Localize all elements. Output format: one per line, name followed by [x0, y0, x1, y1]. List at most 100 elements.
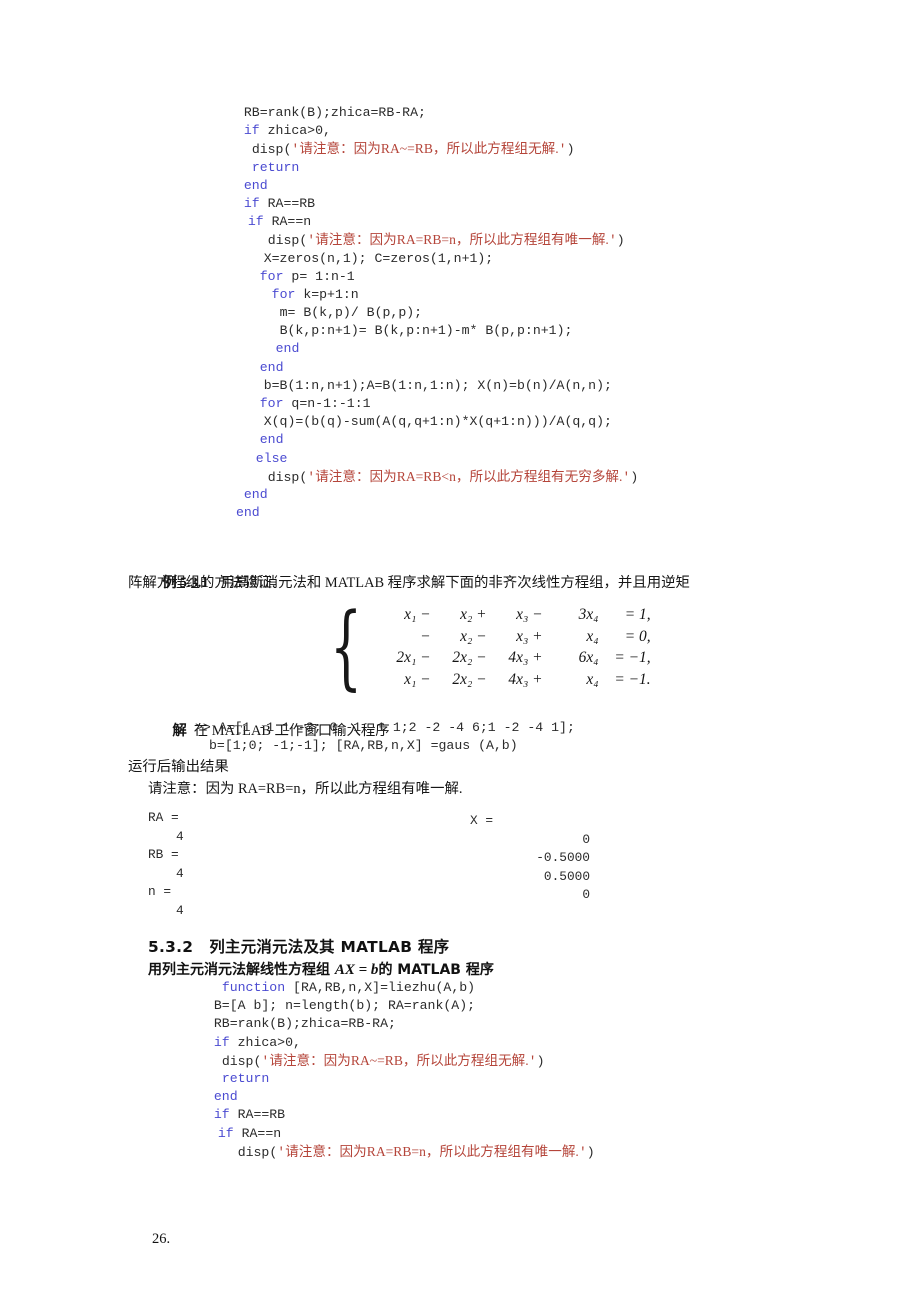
code-keyword: if	[243, 123, 260, 139]
code-text: disp(	[267, 233, 308, 249]
code-line: B(k,p:n+1)= B(k,p:n+1)-m* B(p,p:n+1);	[228, 322, 638, 340]
code-string: 请注意：因为RA=RB<n，所以此方程组有无穷多解.	[315, 468, 623, 484]
code-text: disp(	[237, 1144, 278, 1160]
code-line: end	[228, 359, 638, 377]
equation-row: − x₂ − x₃ + x₄ = 0,	[385, 626, 651, 648]
code-text: B(k,p:n+1)= B(k,p:n+1)-m* B(p,p:n+1);	[279, 323, 573, 339]
code-keyword: else	[255, 450, 288, 466]
console-var-value: 4	[176, 902, 184, 918]
code-text: disp(	[251, 142, 292, 158]
code-line: end	[198, 1088, 595, 1106]
equation-term: x₄	[586, 670, 599, 688]
console-var-label: n =	[148, 884, 172, 899]
section-heading-532: 5.3.2 列主元消元法及其 MATLAB 程序	[148, 935, 449, 957]
code-line: for p= 1:n-1	[228, 268, 638, 286]
code-string: 请注意：因为RA=RB=n，所以此方程组有唯一解.	[315, 232, 609, 248]
equation-rows: x₁ − x₂ + x₃ −3x₄ = 1, − x₂ − x₃ + x₄ = 0, 2x₁ −2…	[377, 604, 651, 691]
subtitle-math: AX = b	[334, 962, 379, 978]
code-line: X(q)=(b(q)-sum(A(q,q+1:n)*X(q+1:n)))/A(q…	[228, 413, 638, 431]
equation-term: 3x₄	[578, 606, 599, 623]
equation-term: 2x₁ −	[396, 649, 431, 666]
code-text: )	[566, 142, 575, 158]
code-text: RB=rank(B);zhica=RB-RA;	[213, 1016, 396, 1032]
code-string: '	[608, 233, 617, 249]
console-var-value: 4	[176, 828, 184, 844]
code-keyword: if	[243, 195, 260, 211]
code-text: disp(	[221, 1053, 262, 1069]
code-text: RB=rank(B);zhica=RB-RA;	[243, 105, 426, 120]
equation-row: x₁ − x₂ + x₃ − 3x₄ = 1,	[385, 604, 651, 626]
code-string: 请注意：因为RA~=RB，所以此方程组无解.	[299, 141, 559, 157]
section-title: 列主元消元法及其 MATLAB 程序	[209, 938, 450, 956]
equation-term: = 1,	[624, 606, 651, 623]
equation-system: { x₁ − x₂ + x₃ − 3x₄ = 1, − x₂ − x₃ + x₄ = 0, 2x₁ …	[330, 601, 651, 693]
code-text: RA==n	[233, 1125, 282, 1141]
code-keyword: for	[259, 268, 284, 284]
code-keyword: return	[221, 1070, 270, 1086]
code-text: m= B(k,p)/ B(p,p);	[279, 305, 423, 321]
equation-term: x₄	[586, 627, 599, 645]
console-var-value: 0.5000	[543, 868, 590, 884]
solution-command-line-1: >> A=[1 -1 1 -3; 0 -1 -1 1;2 -2 -4 6;1 -…	[195, 720, 575, 735]
code-text: q=n-1:-1:1	[283, 396, 371, 411]
code-line: end	[228, 431, 638, 449]
code-keyword: end	[275, 341, 300, 357]
code-text: )	[536, 1053, 545, 1069]
unique-solution-notice: 请注意：因为 RA=RB=n，所以此方程组有唯一解.	[148, 781, 463, 797]
console-var-label: RA =	[148, 810, 179, 825]
equation-term: 2x₂ −	[452, 649, 487, 666]
code-text: RA==RB	[259, 195, 316, 211]
equation-term: x₂ −	[460, 627, 487, 645]
code-string: 请注意：因为RA~=RB，所以此方程组无解.	[269, 1052, 529, 1068]
code-keyword: for	[259, 396, 284, 411]
example-paragraph-line2: 阵解方程组的方法验证.	[128, 575, 276, 591]
page-number: 26.	[152, 1231, 171, 1247]
code-line: end	[228, 486, 638, 504]
code-line: function [RA,RB,n,X]=liezhu(A,b)	[198, 979, 595, 997]
code-text: p= 1:n-1	[283, 268, 355, 284]
equation-term: x₃ −	[516, 606, 543, 623]
code-keyword: if	[247, 214, 264, 230]
code-string: 请注意：因为RA=RB=n，所以此方程组有唯一解.	[285, 1143, 579, 1159]
code-string: '	[558, 142, 567, 158]
equation-row: x₁ − 2x₂ − 4x₃ + x₄ = −1.	[385, 669, 650, 691]
code-line: disp('请注意：因为RA=RB<n，所以此方程组有无穷多解.')	[228, 468, 639, 486]
console-var-label: RB =	[148, 847, 179, 862]
code-line: disp('请注意：因为RA~=RB，所以此方程组无解.')	[198, 1052, 595, 1070]
solution-label: 解	[172, 723, 187, 739]
code-line: disp('请注意：因为RA=RB=n，所以此方程组有唯一解.')	[228, 231, 638, 249]
code-line: if RA==n	[198, 1125, 595, 1143]
console-var-value: 4	[176, 865, 184, 881]
code-keyword: end	[213, 1089, 238, 1105]
code-keyword: function	[221, 980, 286, 995]
code-keyword: end	[259, 432, 284, 448]
section-subtitle-532: 用列主元消元法解线性方程组 AX = b的 MATLAB 程序	[148, 959, 494, 979]
equation-term: 4x₃ +	[508, 670, 543, 688]
code-line: RB=rank(B);zhica=RB-RA;	[228, 104, 638, 122]
code-keyword: end	[243, 177, 268, 193]
code-line: for q=n-1:-1:1	[228, 395, 638, 413]
equation-term: 6x₄	[578, 649, 599, 666]
code-keyword: return	[251, 159, 300, 175]
code-line: if zhica>0,	[198, 1034, 595, 1052]
code-text: X(q)=(b(q)-sum(A(q,q+1:n)*X(q+1:n)))/A(q…	[263, 414, 612, 430]
code-line: disp('请注意：因为RA=RB=n，所以此方程组有唯一解.')	[198, 1143, 595, 1161]
code-line: return	[198, 1070, 595, 1088]
code-text: X=zeros(n,1); C=zeros(1,n+1);	[263, 250, 494, 266]
code-text: zhica>0,	[259, 123, 331, 139]
code-line: end	[228, 340, 638, 358]
code-text: B=[A b]; n=length(b); RA=rank(A);	[213, 998, 476, 1014]
equation-term: = 0,	[624, 627, 651, 645]
code-line: if RA==n	[228, 213, 638, 231]
equation-term: x₂ +	[460, 606, 487, 623]
code-keyword: if	[217, 1125, 234, 1141]
code-line: m= B(k,p)/ B(p,p);	[228, 304, 638, 322]
console-var-value: -0.5000	[536, 850, 590, 865]
run-output-label: 运行后输出结果	[128, 759, 229, 775]
code-line: RB=rank(B);zhica=RB-RA;	[198, 1015, 595, 1033]
code-line: if RA==RB	[198, 1106, 595, 1124]
console-var-value: 0	[582, 887, 590, 902]
code-line: for k=p+1:n	[228, 286, 638, 304]
code-keyword: end	[243, 486, 268, 502]
code-text: )	[630, 469, 639, 485]
